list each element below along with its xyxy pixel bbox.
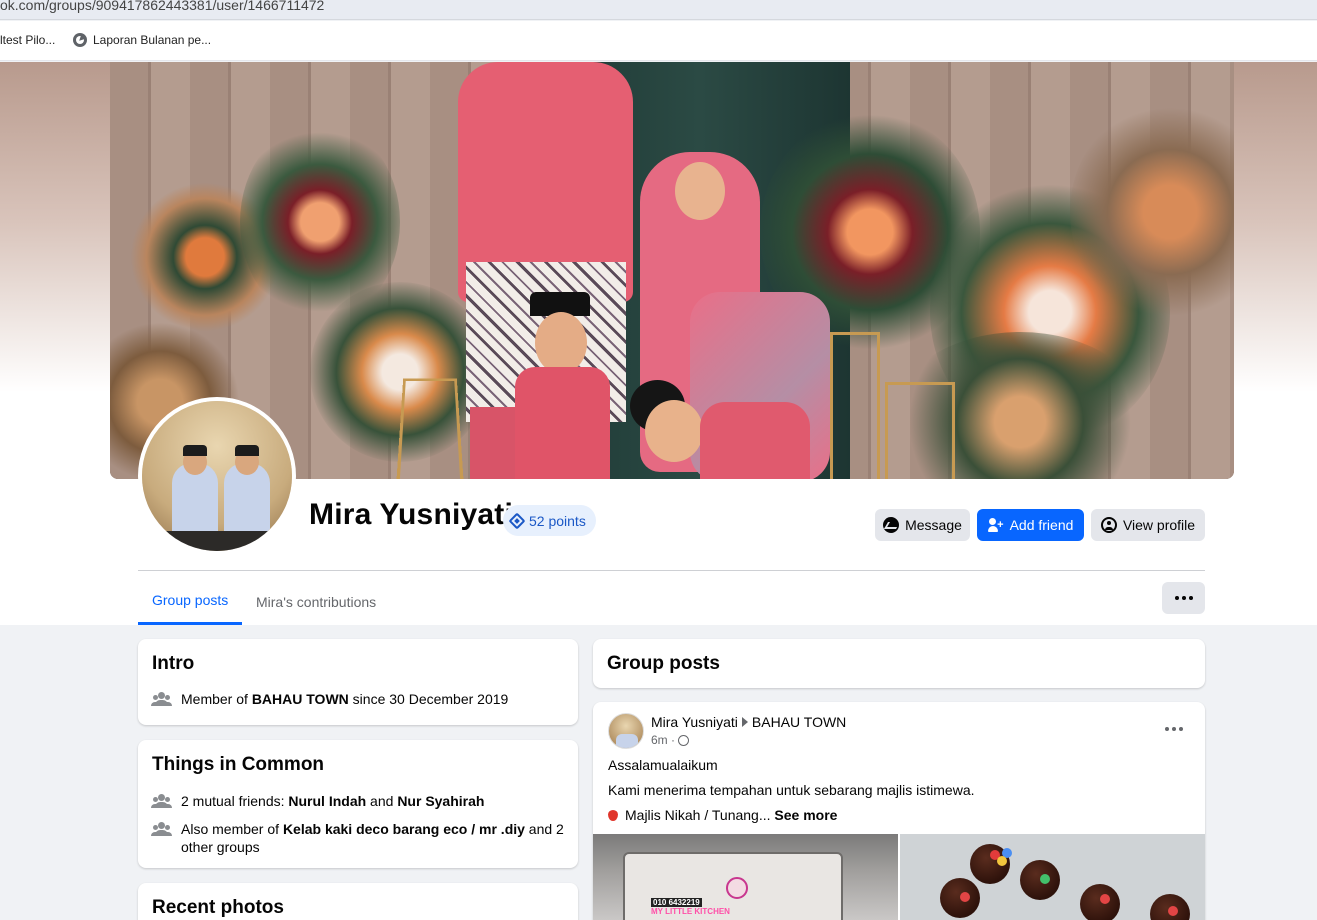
bookmarks-bar: ltest Pilo... Laporan Bulanan pe... (0, 21, 1317, 61)
post-text-line-3: Majlis Nikah / Tunang... See more (608, 807, 837, 823)
post-text-line-2: Kami menerima tempahan untuk sebarang ma… (608, 782, 975, 798)
points-icon (508, 512, 526, 529)
group-icon (152, 692, 171, 706)
post-image-1[interactable]: 010 6432219 MY LITTLE KITCHEN (593, 834, 898, 920)
intro-title: Intro (152, 653, 195, 674)
post-image-2[interactable] (900, 834, 1205, 920)
post-author-avatar[interactable] (608, 713, 644, 749)
post-more-button[interactable] (1165, 727, 1183, 731)
recent-photos-title: Recent photos (152, 897, 284, 918)
image-brand-text: MY LITTLE KITCHEN (651, 907, 730, 916)
friend-link-2[interactable]: Nur Syahirah (397, 793, 484, 809)
arrow-right-icon (741, 717, 748, 727)
membership-text: Member of BAHAU TOWN since 30 December 2… (181, 691, 509, 707)
post-card: Mira Yusniyati BAHAU TOWN 6m · Assalamua… (593, 702, 1205, 920)
group-link[interactable]: Kelab kaki deco barang eco / mr .diy (283, 821, 525, 837)
friend-link-1[interactable]: Nurul Indah (288, 793, 366, 809)
url-text: ok.com/groups/909417862443381/user/14667… (0, 0, 325, 13)
bookmark-label: Laporan Bulanan pe... (93, 33, 212, 47)
profile-name: Mira Yusniyati (309, 498, 513, 531)
tab-contributions[interactable]: Mira's contributions (242, 578, 390, 625)
post-text-line-1: Assalamualaikum (608, 757, 718, 773)
group-link[interactable]: BAHAU TOWN (252, 691, 349, 707)
image-phone-text: 010 6432219 (651, 898, 702, 907)
message-button[interactable]: Message (875, 509, 970, 541)
points-label: 52 points (529, 512, 586, 529)
bookmark-label: ltest Pilo... (0, 33, 56, 47)
post-time[interactable]: 6m · (651, 733, 675, 747)
add-friend-button[interactable]: + Add friend (977, 509, 1084, 541)
points-badge[interactable]: 52 points (503, 505, 596, 536)
add-friend-icon: + (987, 517, 1004, 533)
globe-icon (678, 734, 689, 746)
chef-logo-icon (726, 877, 748, 899)
bookmark-item-1[interactable]: ltest Pilo... (0, 33, 55, 47)
bookmark-item-2[interactable]: Laporan Bulanan pe... (73, 33, 211, 47)
user-icon (1100, 517, 1117, 533)
address-bar[interactable]: ok.com/groups/909417862443381/user/14667… (0, 0, 1317, 20)
things-in-common-title: Things in Common (152, 754, 325, 775)
globe-icon (73, 33, 87, 47)
recent-photos-card: Recent photos (138, 883, 578, 920)
see-more-link[interactable]: See more (774, 807, 837, 823)
friends-icon (152, 794, 171, 808)
post-header: Mira Yusniyati BAHAU TOWN (651, 714, 846, 730)
intro-card: Intro Member of BAHAU TOWN since 30 Dece… (138, 639, 578, 725)
header-divider (138, 570, 1205, 571)
more-options-button[interactable] (1162, 582, 1205, 614)
post-group-link[interactable]: BAHAU TOWN (752, 714, 846, 730)
things-in-common-card: Things in Common 2 mutual friends: Nurul… (138, 740, 578, 868)
shared-groups-row: Also member of Kelab kaki deco barang ec… (152, 820, 564, 856)
profile-avatar[interactable] (138, 397, 296, 555)
shared-groups-text: Also member of Kelab kaki deco barang ec… (181, 821, 564, 855)
group-posts-title: Group posts (607, 653, 720, 674)
tab-group-posts[interactable]: Group posts (138, 578, 243, 625)
messenger-icon (883, 517, 900, 533)
mutual-friends-text: 2 mutual friends: Nurul Indah and Nur Sy… (181, 793, 485, 809)
group-icon (152, 822, 171, 836)
view-profile-button[interactable]: View profile (1091, 509, 1205, 541)
mutual-friends-row: 2 mutual friends: Nurul Indah and Nur Sy… (152, 792, 564, 810)
post-meta: 6m · (651, 733, 689, 747)
post-author-link[interactable]: Mira Yusniyati (651, 714, 738, 730)
strawberry-icon (608, 810, 618, 821)
group-posts-header-card: Group posts (593, 639, 1205, 688)
membership-row: Member of BAHAU TOWN since 30 December 2… (152, 690, 564, 708)
